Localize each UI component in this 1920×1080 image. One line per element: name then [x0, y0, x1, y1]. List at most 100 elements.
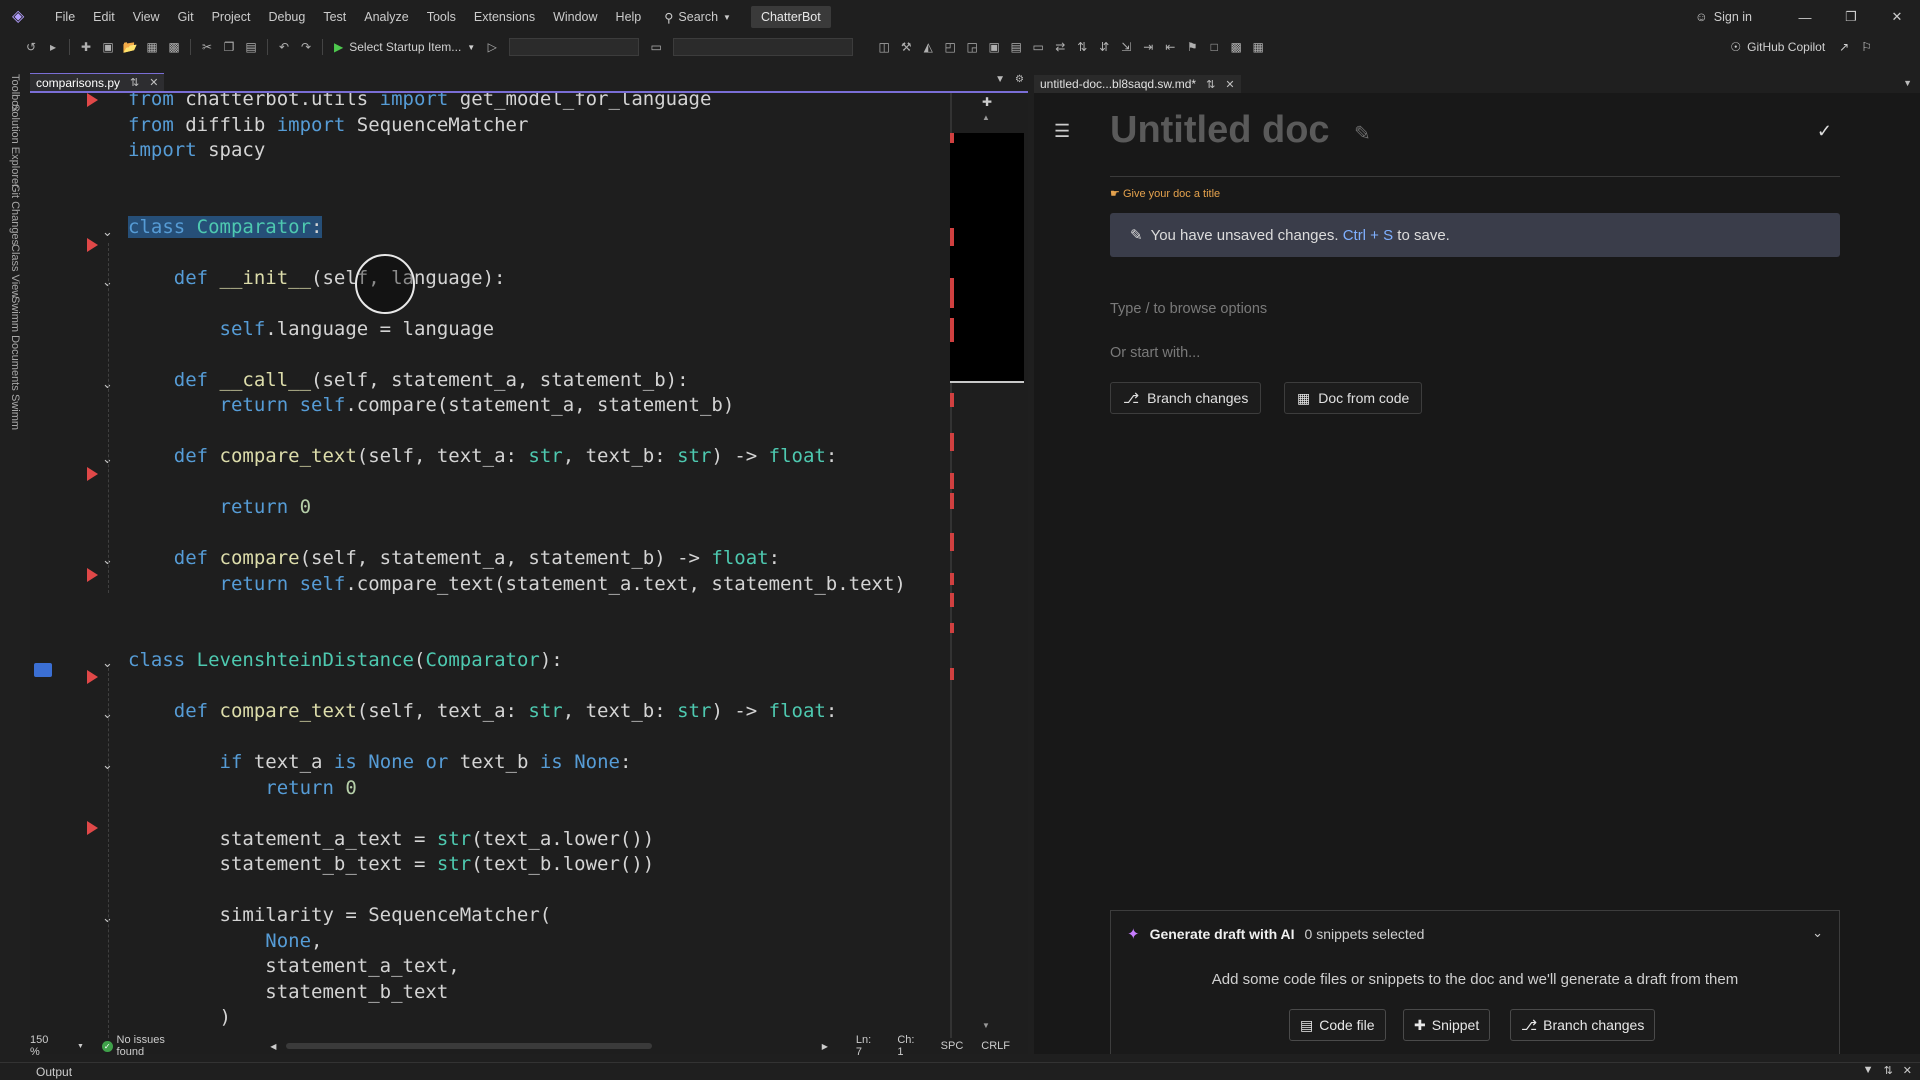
wrench-icon[interactable]: ⚒ [897, 38, 915, 56]
breakpoint-marker[interactable] [87, 821, 98, 835]
scroll-up-icon[interactable]: ▲ [982, 113, 990, 122]
fold-chevron-icon[interactable]: ⌄ [102, 655, 116, 671]
code-line[interactable]: statement_a_text, [128, 954, 459, 979]
breakpoint-marker[interactable] [87, 467, 98, 481]
side-rail-git-changes[interactable]: Git Changes [9, 184, 21, 245]
code-line[interactable]: from difflib import SequenceMatcher [128, 113, 528, 138]
menu-item-extensions[interactable]: Extensions [465, 6, 544, 28]
fold-chevron-icon[interactable]: ⌄ [102, 552, 116, 568]
toolbar-tool-icon[interactable]: ▦ [1249, 38, 1267, 56]
sign-in-button[interactable]: ☺ Sign in [1695, 10, 1752, 24]
visual-studio-logo-icon[interactable]: ◈ [12, 8, 34, 26]
code-editor[interactable]: ⌄ ⌄ ⌄ ⌄ ⌄ ⌄ ⌄ ⌄ ⌄ from chatterbot.utils … [30, 93, 950, 1038]
menu-item-analyze[interactable]: Analyze [355, 6, 417, 28]
code-line[interactable]: def __init__(self, language): [128, 266, 506, 291]
tab-untitled-doc[interactable]: untitled-doc...bl8saqd.sw.md* ⇅ ✕ [1034, 75, 1241, 93]
fold-chevron-icon[interactable]: ⌄ [102, 910, 116, 926]
undo-icon[interactable]: ↶ [275, 38, 293, 56]
toolbar-tool-icon[interactable]: □ [1205, 38, 1223, 56]
toolbar-tool-icon[interactable]: ⇲ [1117, 38, 1135, 56]
column-indicator[interactable]: Ch: 1 [897, 1034, 922, 1058]
output-panel-tab[interactable]: Output ▼ ⇅ ✕ [0, 1062, 1920, 1080]
pencil-icon[interactable]: ✎ [1354, 121, 1371, 146]
configuration-dropdown[interactable] [509, 38, 640, 56]
toolbar-tool-icon[interactable]: ◭ [919, 38, 937, 56]
codelens-bookmark-icon[interactable] [34, 663, 52, 677]
code-line[interactable]: statement_b_text [128, 980, 448, 1005]
menu-item-window[interactable]: Window [544, 6, 606, 28]
breakpoint-marker[interactable] [87, 568, 98, 582]
pin-icon[interactable]: ⇅ [130, 76, 139, 89]
fold-chevron-icon[interactable]: ⌄ [102, 757, 116, 773]
menu-item-view[interactable]: View [124, 6, 169, 28]
paste-icon[interactable]: ▤ [242, 38, 260, 56]
search-button[interactable]: ⚲ Search ▼ [656, 6, 739, 29]
startup-item-button[interactable]: ▶ Select Startup Item... ▼ [328, 40, 481, 54]
side-rail-class-view[interactable]: Class View [9, 244, 21, 298]
menu-item-test[interactable]: Test [314, 6, 355, 28]
toolbar-tool-icon[interactable]: ◲ [963, 38, 981, 56]
minimap[interactable]: ✚ ▲ ▼ [950, 93, 1028, 1038]
close-tab-icon[interactable]: ✕ [149, 76, 158, 89]
doc-from-code-button[interactable]: ▦ Doc from code [1284, 382, 1423, 414]
breakpoint-marker[interactable] [87, 238, 98, 252]
settings-gear-icon[interactable]: ⚙ [1015, 74, 1024, 85]
outline-menu-icon[interactable]: ☰ [1054, 121, 1070, 142]
code-line[interactable]: class Comparator: [128, 215, 323, 240]
code-line[interactable]: def __call__(self, statement_a, statemen… [128, 368, 689, 393]
fold-chevron-icon[interactable]: ⌄ [102, 274, 116, 290]
scroll-down-icon[interactable]: ▼ [982, 1021, 990, 1030]
scroll-left-icon[interactable]: ◀ [270, 1042, 276, 1051]
save-icon[interactable]: ▦ [143, 38, 161, 56]
zoom-dropdown[interactable]: 150 % ▼ [30, 1034, 84, 1058]
whitespace-indicator[interactable]: SPC [941, 1040, 964, 1052]
close-tab-icon[interactable]: ✕ [1225, 78, 1234, 91]
browse-icon[interactable]: ▭ [647, 38, 665, 56]
menu-item-edit[interactable]: Edit [84, 6, 124, 28]
toolbar-tool-icon[interactable]: ▩ [1227, 38, 1245, 56]
code-line[interactable]: if text_a is None or text_b is None: [128, 750, 632, 775]
toolbar-tool-icon[interactable]: ▣ [985, 38, 1003, 56]
menu-item-debug[interactable]: Debug [259, 6, 314, 28]
code-line[interactable]: similarity = SequenceMatcher( [128, 903, 552, 928]
code-line[interactable]: import spacy [128, 138, 265, 163]
line-indicator[interactable]: Ln: 7 [856, 1034, 880, 1058]
code-line[interactable]: return 0 [128, 776, 357, 801]
toolbar-tool-icon[interactable]: ◫ [875, 38, 893, 56]
open-file-icon[interactable]: 📂 [121, 38, 139, 56]
menu-item-help[interactable]: Help [607, 6, 651, 28]
code-line[interactable]: statement_a_text = str(text_a.lower()) [128, 827, 655, 852]
code-line[interactable]: self.language = language [128, 317, 495, 342]
code-line[interactable]: def compare_text(self, text_a: str, text… [128, 444, 838, 469]
tab-list-dropdown-icon[interactable]: ▼ [1903, 78, 1912, 88]
fold-chevron-icon[interactable]: ⌄ [102, 451, 116, 467]
side-rail-solution-explorer[interactable]: Solution Explorer [9, 104, 21, 188]
toolbar-tool-icon[interactable]: ⇵ [1095, 38, 1113, 56]
forward-icon[interactable]: ▸ [44, 38, 62, 56]
start-without-debugging-icon[interactable]: ▷ [483, 38, 501, 56]
fold-chevron-icon[interactable]: ⌄ [102, 224, 116, 240]
menu-item-git[interactable]: Git [169, 6, 203, 28]
code-line[interactable]: ) [128, 1005, 231, 1030]
cut-icon[interactable]: ✂ [198, 38, 216, 56]
chevron-down-icon[interactable]: ▼ [1863, 1064, 1874, 1077]
redo-icon[interactable]: ↷ [297, 38, 315, 56]
tab-comparisons-py[interactable]: comparisons.py ⇅ ✕ [30, 73, 165, 91]
platform-dropdown[interactable] [673, 38, 854, 56]
side-rail-swimm[interactable]: Swimm [9, 394, 21, 430]
toolbar-tool-icon[interactable]: ⇅ [1073, 38, 1091, 56]
add-code-file-button[interactable]: ▤ Code file [1289, 1009, 1386, 1041]
back-icon[interactable]: ↺ [22, 38, 40, 56]
toolbar-tool-icon[interactable]: ⇥ [1139, 38, 1157, 56]
code-line[interactable]: return 0 [128, 495, 312, 520]
code-line[interactable]: return self.compare_text(statement_a.tex… [128, 572, 906, 597]
bookmark-icon[interactable]: ⚑ [1183, 38, 1201, 56]
close-icon[interactable]: ✕ [1903, 1064, 1912, 1077]
code-line[interactable]: return self.compare(statement_a, stateme… [128, 393, 735, 418]
new-project-icon[interactable]: ✚ [77, 38, 95, 56]
save-all-icon[interactable]: ▩ [165, 38, 183, 56]
copy-icon[interactable]: ❐ [220, 38, 238, 56]
code-line[interactable]: def compare_text(self, text_a: str, text… [128, 699, 838, 724]
doc-body-input[interactable]: Type / to browse options [1110, 301, 1267, 317]
branch-changes-button[interactable]: ⎇ Branch changes [1110, 382, 1262, 414]
